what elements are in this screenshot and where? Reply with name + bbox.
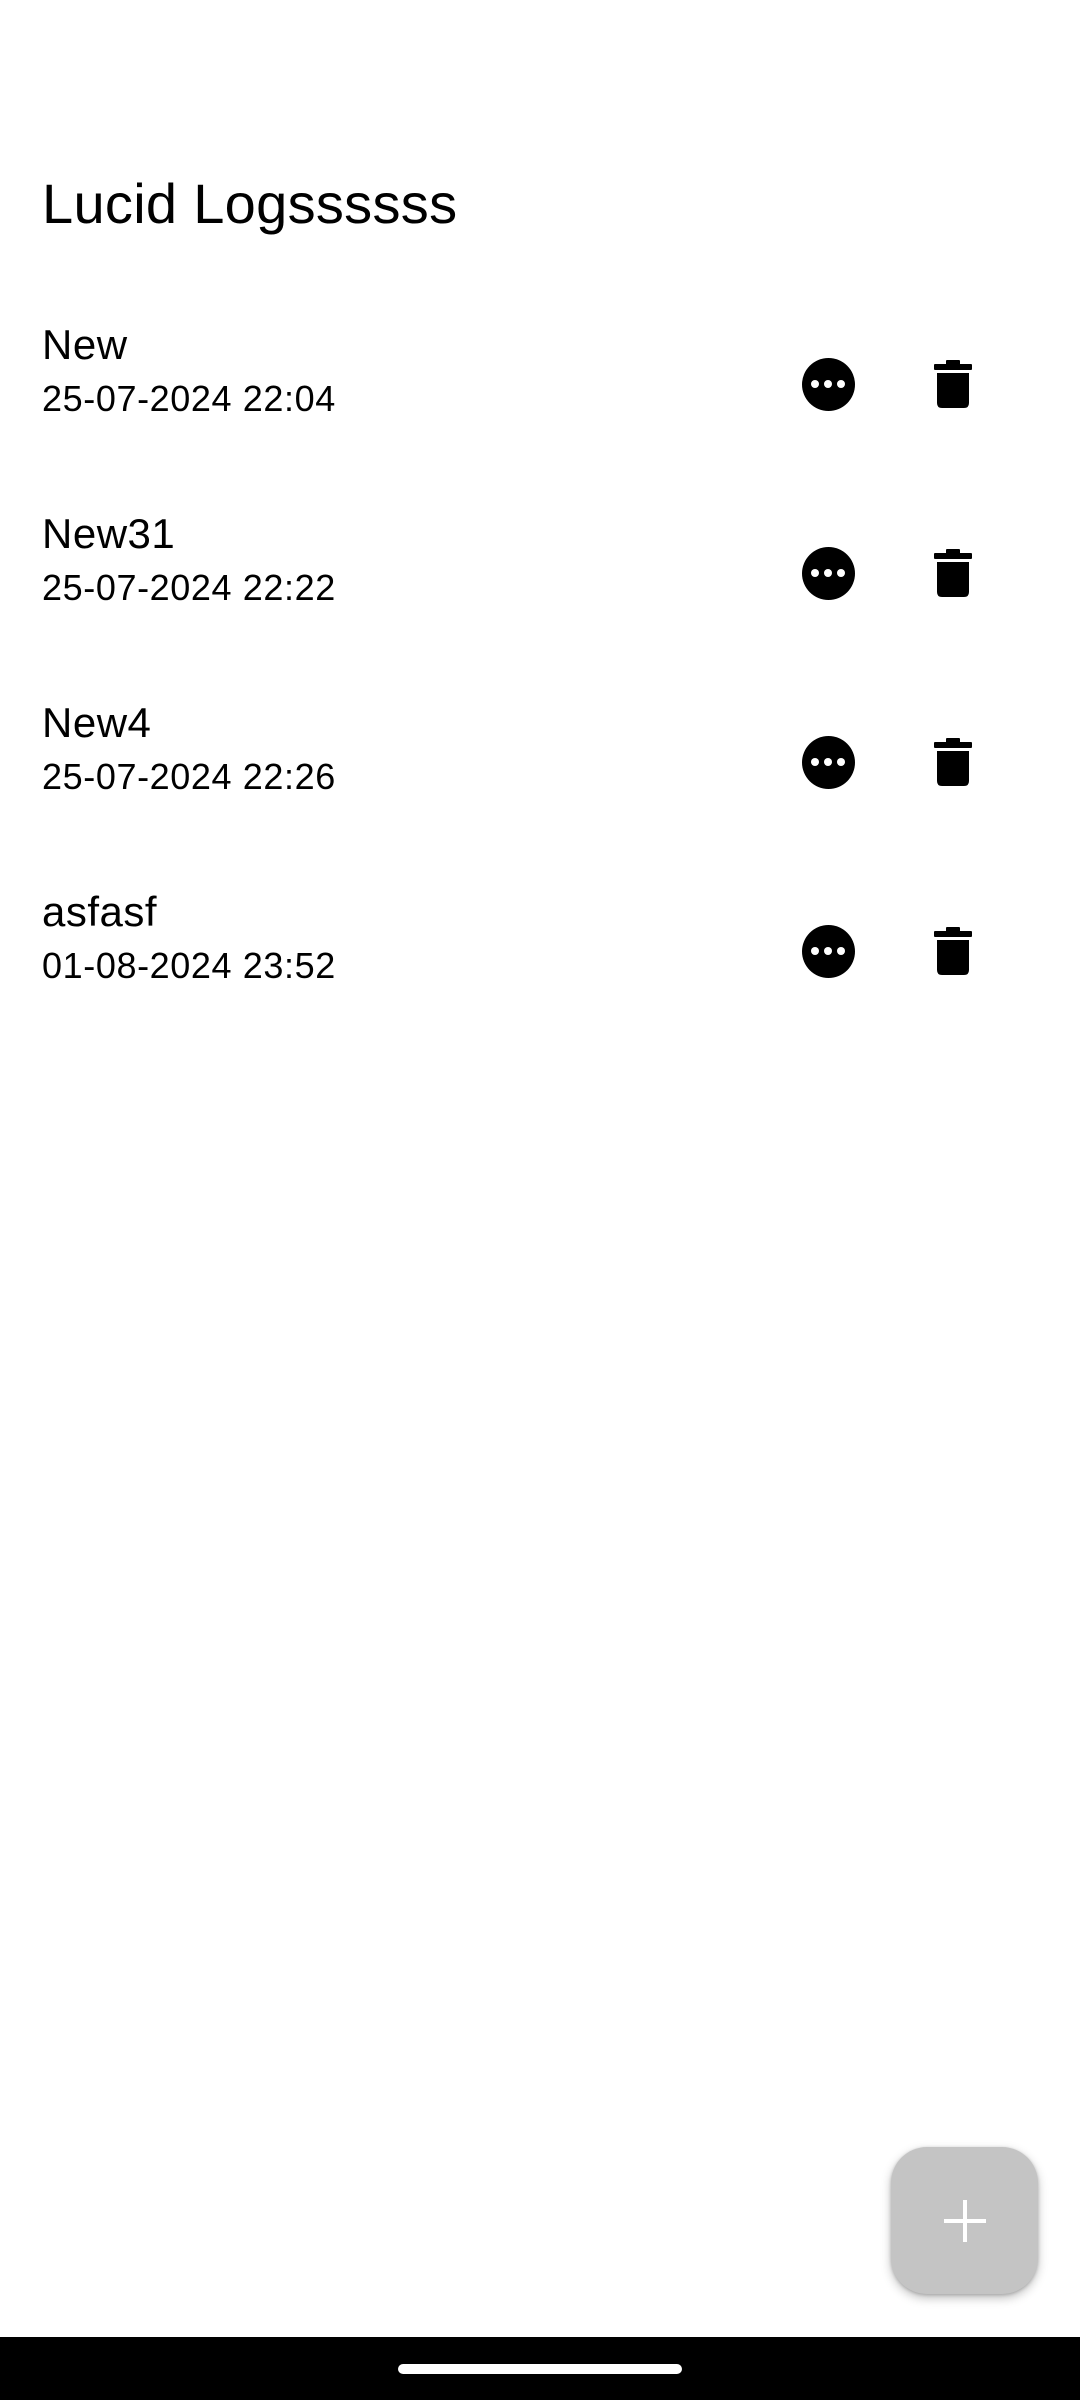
log-list-item[interactable]: New4 25-07-2024 22:26 bbox=[0, 678, 1080, 867]
delete-button[interactable] bbox=[908, 339, 998, 429]
add-log-button[interactable] bbox=[891, 2147, 1038, 2294]
more-horiz-circle-icon bbox=[801, 735, 855, 789]
log-text: New 25-07-2024 22:04 bbox=[42, 318, 336, 422]
log-name: New bbox=[42, 321, 128, 368]
more-horiz-circle-icon bbox=[801, 357, 855, 411]
log-list: New 25-07-2024 22:04 New31 25-07-2024 22… bbox=[0, 300, 1080, 1056]
more-options-button[interactable] bbox=[783, 339, 873, 429]
log-date: 25-07-2024 22:26 bbox=[42, 756, 336, 797]
log-list-item[interactable]: asfasf 01-08-2024 23:52 bbox=[0, 867, 1080, 1056]
delete-button[interactable] bbox=[908, 717, 998, 807]
trash-icon bbox=[934, 738, 972, 786]
more-options-button[interactable] bbox=[783, 528, 873, 618]
delete-button[interactable] bbox=[908, 906, 998, 996]
more-horiz-circle-icon bbox=[801, 924, 855, 978]
log-text: New31 25-07-2024 22:22 bbox=[42, 507, 336, 611]
status-bar bbox=[0, 0, 1080, 96]
log-list-item[interactable]: New31 25-07-2024 22:22 bbox=[0, 489, 1080, 678]
delete-button[interactable] bbox=[908, 528, 998, 618]
app-screen: Lucid Logssssss New 25-07-2024 22:04 New… bbox=[0, 0, 1080, 2400]
log-name: asfasf bbox=[42, 888, 158, 935]
system-navigation-bar bbox=[0, 2337, 1080, 2400]
log-date: 25-07-2024 22:22 bbox=[42, 567, 336, 608]
trash-icon bbox=[934, 927, 972, 975]
log-date: 01-08-2024 23:52 bbox=[42, 945, 336, 986]
log-list-item[interactable]: New 25-07-2024 22:04 bbox=[0, 300, 1080, 489]
more-horiz-circle-icon bbox=[801, 546, 855, 600]
plus-icon bbox=[943, 2199, 986, 2242]
log-name: New4 bbox=[42, 699, 152, 746]
home-gesture-handle[interactable] bbox=[398, 2364, 682, 2374]
page-title: Lucid Logssssss bbox=[42, 172, 458, 235]
log-date: 25-07-2024 22:04 bbox=[42, 378, 336, 419]
more-options-button[interactable] bbox=[783, 717, 873, 807]
log-text: New4 25-07-2024 22:26 bbox=[42, 696, 336, 800]
trash-icon bbox=[934, 360, 972, 408]
trash-icon bbox=[934, 549, 972, 597]
log-name: New31 bbox=[42, 510, 176, 557]
more-options-button[interactable] bbox=[783, 906, 873, 996]
log-text: asfasf 01-08-2024 23:52 bbox=[42, 885, 336, 989]
